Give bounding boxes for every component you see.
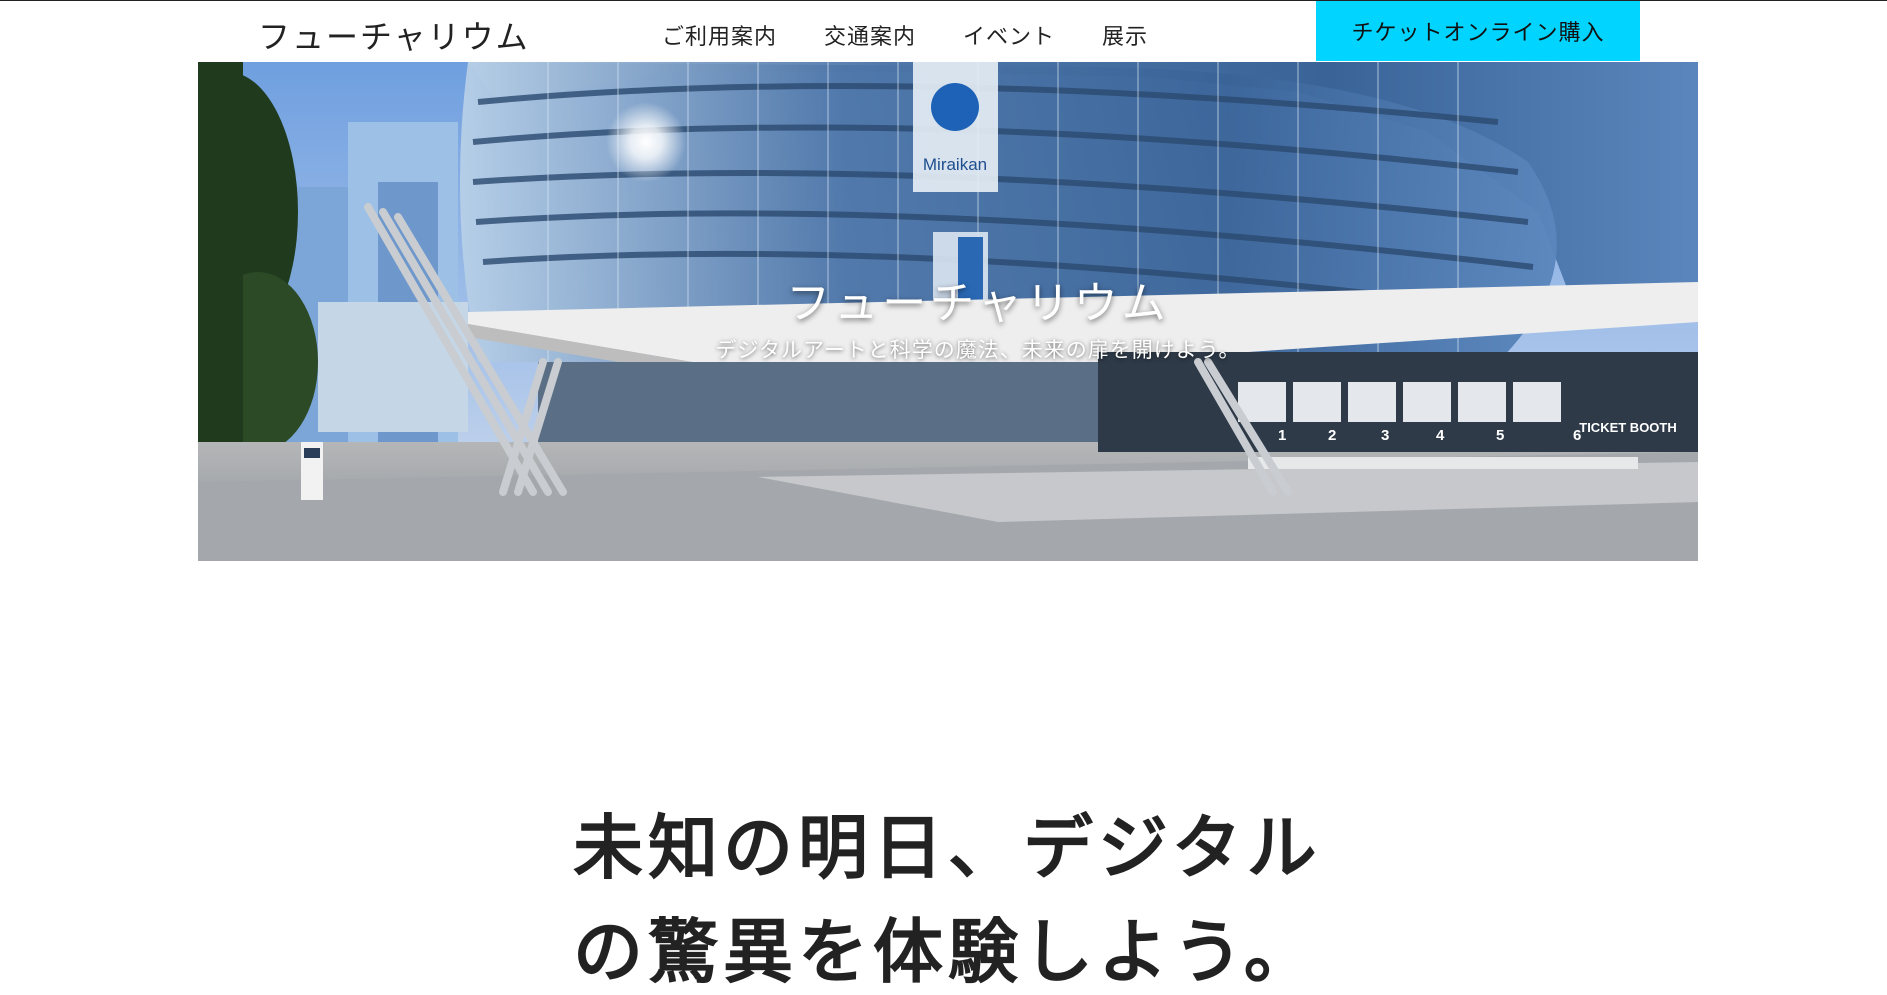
site-header: フューチャリウム ご利用案内 交通案内 イベント 展示 チケットオンライン購入 (0, 1, 1887, 61)
nav-item-access[interactable]: 交通案内 (824, 19, 916, 51)
booth-number: 2 (1328, 427, 1336, 444)
booth-number: 3 (1381, 427, 1389, 444)
booth-number: 1 (1278, 427, 1286, 444)
booth-number: 5 (1496, 427, 1504, 444)
main-headline: 未知の明日、デジタル の驚異を体験しよう。 (573, 796, 1333, 995)
nav-item-exhibits[interactable]: 展示 (1102, 19, 1148, 51)
page: フューチャリウム ご利用案内 交通案内 イベント 展示 チケットオンライン購入 (0, 0, 1887, 995)
hero-banner: Miraikan 1 2 3 4 5 6 TICKET BOOTH フューチャリ… (198, 62, 1698, 561)
buy-ticket-button[interactable]: チケットオンライン購入 (1316, 1, 1640, 61)
ticket-booth-sign: TICKET BOOTH (1579, 420, 1677, 435)
main-headline-line2: の驚異を体験しよう。 (573, 910, 1319, 993)
hero-title: フューチャリウム (786, 278, 1170, 329)
nav-item-guide[interactable]: ご利用案内 (662, 19, 777, 51)
main-headline-line1: 未知の明日、デジタル (573, 806, 1322, 889)
miraikan-sign: Miraikan (923, 155, 987, 174)
nav-item-events[interactable]: イベント (963, 19, 1055, 51)
site-logo[interactable]: フューチャリウム (258, 12, 530, 58)
main-nav: ご利用案内 交通案内 イベント 展示 (662, 19, 1148, 51)
booth-number: 4 (1436, 427, 1445, 444)
hero-subtitle: デジタルアートと科学の魔法、未来の扉を開けよう。 (715, 338, 1241, 362)
